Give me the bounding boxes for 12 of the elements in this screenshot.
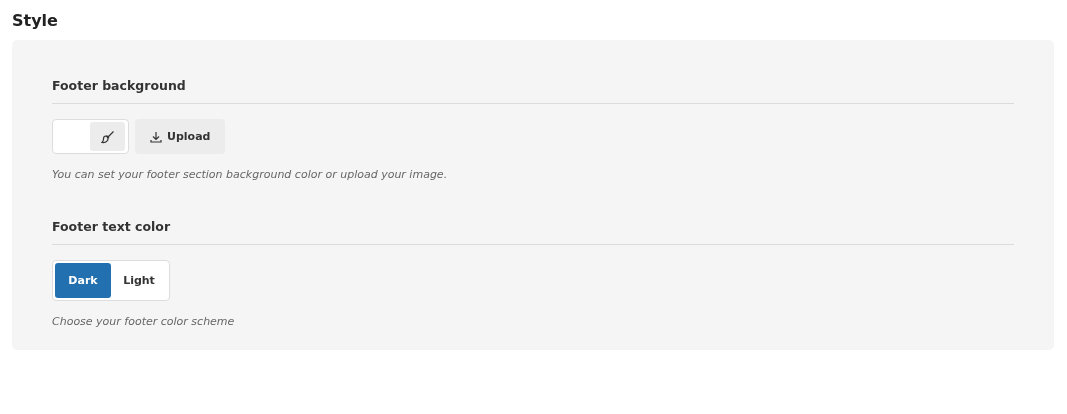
help-text: Choose your footer color scheme bbox=[52, 315, 236, 328]
download-icon bbox=[150, 130, 162, 143]
setting-heading: Footer text color bbox=[52, 219, 1014, 245]
scheme-option[interactable]: Dark bbox=[55, 263, 111, 298]
help-text: You can set your footer section background color or upload your image. bbox=[52, 168, 449, 181]
color-field[interactable] bbox=[52, 119, 129, 154]
upload-button[interactable]: Upload bbox=[135, 119, 226, 154]
scheme-option[interactable]: Light bbox=[111, 263, 167, 298]
setting-heading: Footer background bbox=[52, 78, 1014, 104]
section-title: Style bbox=[12, 10, 59, 32]
color-picker-button[interactable] bbox=[90, 122, 125, 151]
brush-icon bbox=[100, 129, 115, 144]
